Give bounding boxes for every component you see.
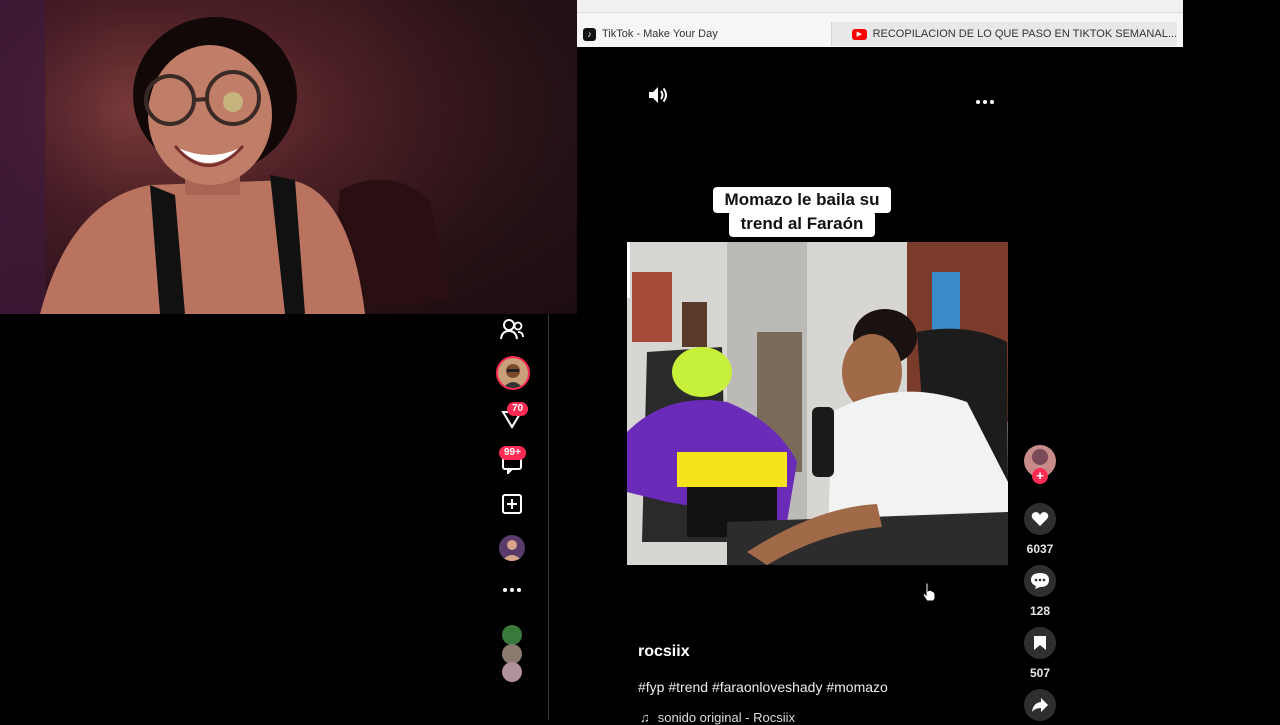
- avatar[interactable]: [496, 356, 530, 390]
- tiktok-icon: ♪: [583, 27, 596, 41]
- divider: [548, 314, 549, 720]
- progress-marker: [627, 242, 630, 298]
- save-count: 507: [1029, 666, 1051, 680]
- following-avatar[interactable]: [502, 644, 522, 664]
- comment-button[interactable]: [1024, 565, 1056, 597]
- browser-tab-bar: ♪ TikTok - Make Your Day ▶ RECOPILACION …: [577, 0, 1183, 47]
- author-username[interactable]: rocsiix: [638, 643, 690, 661]
- more-icon[interactable]: [499, 577, 525, 603]
- webcam-overlay: [0, 0, 577, 314]
- caption-line-2: trend al Faraón: [728, 211, 876, 237]
- heart-icon: [1031, 512, 1049, 526]
- sound-row[interactable]: ♫ sonido original - Rocsiix: [640, 710, 795, 725]
- options-icon[interactable]: [975, 92, 995, 110]
- webcam-person-illustration: [0, 0, 450, 314]
- upload-icon[interactable]: [499, 491, 525, 517]
- follow-plus-icon[interactable]: +: [1032, 468, 1048, 484]
- tab-tiktok[interactable]: ♪ TikTok - Make Your Day: [583, 22, 823, 46]
- video-hashtags[interactable]: #fyp #trend #faraonloveshady #momazo: [638, 679, 888, 695]
- address-bar-strip: [577, 0, 1183, 13]
- volume-icon[interactable]: [647, 85, 669, 110]
- caption-line-1: Momazo le baila su: [712, 187, 892, 213]
- like-button[interactable]: [1024, 503, 1056, 535]
- video-player[interactable]: [627, 242, 1008, 565]
- messages-badge: 99+: [499, 446, 526, 460]
- like-count: 6037: [1026, 542, 1054, 556]
- following-avatar[interactable]: [502, 662, 522, 682]
- tab-youtube-label: RECOPILACION DE LO QUE PASO EN TIKTOK SE…: [872, 28, 1177, 40]
- profile-avatar[interactable]: [499, 535, 525, 561]
- tab-youtube[interactable]: ▶ RECOPILACION DE LO QUE PASO EN TIKTOK …: [831, 22, 1177, 46]
- save-button[interactable]: [1024, 627, 1056, 659]
- share-icon: [1032, 698, 1048, 712]
- hand-cursor-icon: [921, 582, 937, 607]
- video-caption: Momazo le baila su trend al Faraón: [627, 187, 977, 237]
- sound-label: sonido original - Rocsiix: [657, 710, 796, 725]
- bookmark-icon: [1034, 636, 1046, 650]
- comment-icon: [1031, 573, 1049, 589]
- music-note-icon: ♫: [640, 710, 650, 725]
- share-button[interactable]: [1024, 689, 1056, 721]
- following-avatar[interactable]: [502, 625, 522, 645]
- comment-count: 128: [1029, 604, 1051, 618]
- video-scene: [627, 242, 1008, 565]
- friends-icon[interactable]: [499, 316, 525, 342]
- inbox-badge: 70: [507, 402, 529, 416]
- youtube-icon: ▶: [852, 28, 867, 40]
- tab-tiktok-label: TikTok - Make Your Day: [602, 28, 718, 40]
